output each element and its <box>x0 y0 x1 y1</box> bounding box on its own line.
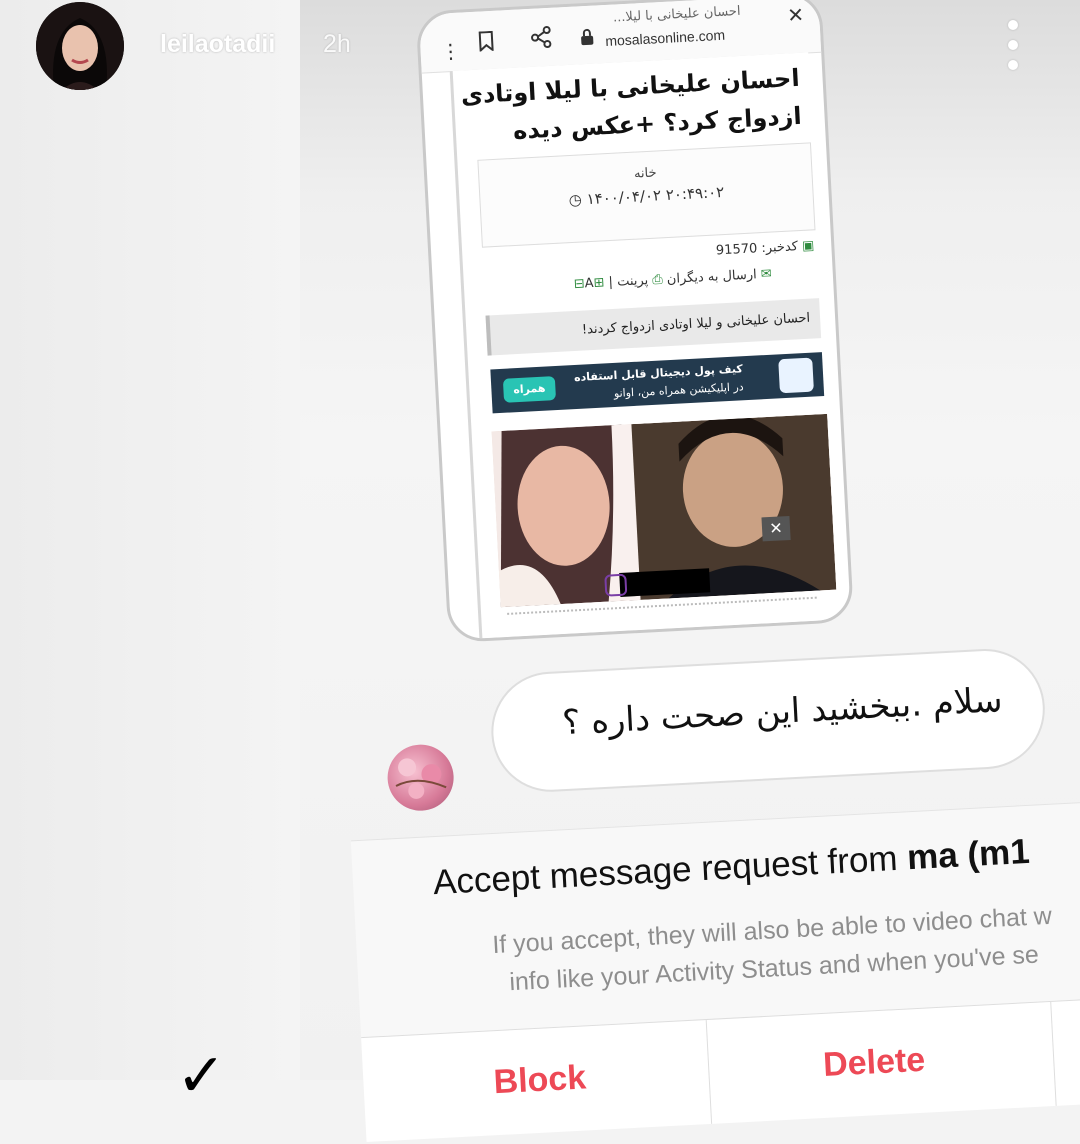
print-icon: ⎙ <box>651 272 664 288</box>
request-description: If you accept, they will also be able to… <box>491 901 1053 997</box>
article-tools: ✉ ارسال به دیگران ⎙ پرینت | ⊞A⊟ <box>573 267 772 292</box>
send-to-others-link[interactable]: ✉ ارسال به دیگران <box>666 267 772 287</box>
ad-close-icon[interactable]: ✕ <box>761 515 791 542</box>
id-card-icon: ▣ <box>801 238 815 254</box>
minus-icon[interactable]: ⊟ <box>573 276 585 292</box>
font-size-control[interactable]: ⊞A⊟ <box>573 275 604 292</box>
plus-icon[interactable]: ⊞ <box>593 275 605 291</box>
banner-line2: در اپلیکیشن همراه من، اوانو <box>613 380 744 401</box>
sender-avatar[interactable] <box>385 742 456 813</box>
actions-divider <box>1050 1001 1057 1106</box>
delete-button[interactable]: Delete <box>822 1041 926 1085</box>
story-avatar[interactable] <box>36 2 124 90</box>
story-left-shade <box>0 0 300 1080</box>
ad-banner[interactable]: کیف پول دیجیتال قابل استفاده در اپلیکیشن… <box>490 352 825 420</box>
mail-icon: ✉ <box>760 266 773 283</box>
clock-icon: ◷ <box>568 190 583 210</box>
message-request-panel: Accept message request from ma (m1 If yo… <box>350 797 1080 1142</box>
dm-screenshot: ⋮ احسان علیخانی با لیلا... mosalasonline… <box>278 0 1080 1142</box>
news-code: ▣ کدخبر: 91570 <box>715 238 815 259</box>
message-bubble[interactable]: سلام .ببخشید این صحت داره ؟ <box>488 645 1048 795</box>
request-title: Accept message request from ma (m1 <box>432 831 1031 903</box>
article-photo <box>491 413 837 608</box>
story-header: leilaotadii 2h <box>0 0 1080 100</box>
message-text: سلام .ببخشید این صحت داره ؟ <box>561 680 1004 744</box>
more-vertical-icon[interactable] <box>1002 20 1024 70</box>
story-time: 2h <box>323 30 351 58</box>
article-meta-box: خانه ۲۰:۴۹:۰۲ ۱۴۰۰/۰۴/۰۲ ◷ <box>477 142 816 248</box>
tools-divider: | <box>608 274 614 291</box>
app-logo-icon <box>778 357 814 394</box>
article: احسان علیخانی با لیلا اوتادی ازدواج کرد؟… <box>449 52 838 639</box>
actions-divider <box>705 1020 713 1124</box>
article-summary: احسان علیخانی و لیلا اوتادی ازدواج کردند… <box>485 298 822 356</box>
story-username[interactable]: leilaotadii <box>160 30 275 59</box>
banner-brand-logo: همراه من <box>502 376 557 420</box>
handwritten-mark: ✓ <box>176 1041 227 1111</box>
block-button[interactable]: Block <box>493 1058 588 1102</box>
print-link[interactable]: ⎙ پرینت <box>617 272 663 289</box>
request-actions: Block Delete <box>361 994 1080 1142</box>
